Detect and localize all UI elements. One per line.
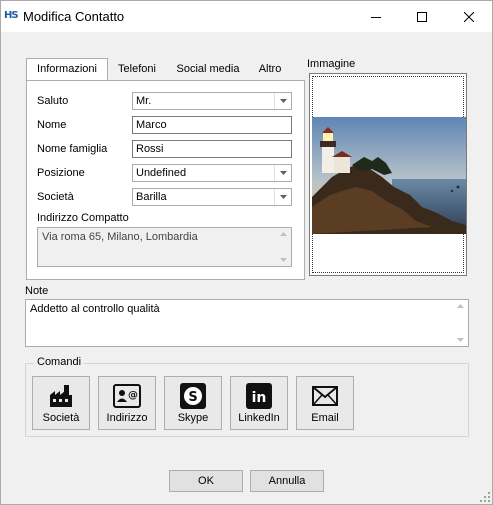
saluto-select[interactable]: Mr. <box>132 92 292 110</box>
scroll-down-icon <box>457 338 464 342</box>
chevron-down-icon[interactable] <box>274 93 291 109</box>
scroll-down-icon <box>280 258 287 262</box>
svg-text:S: S <box>188 390 197 405</box>
linkedin-command-label: LinkedIn <box>238 412 280 424</box>
linkedin-command-button[interactable]: in LinkedIn <box>230 376 288 430</box>
scroll-up-icon <box>280 232 287 236</box>
app-logo-icon: HS <box>4 10 19 21</box>
note-textarea[interactable]: Addetto al controllo qualità <box>25 299 469 347</box>
indirizzo-scrollbar[interactable] <box>276 228 291 266</box>
societa-label: Società <box>37 191 74 203</box>
tab-social-media[interactable]: Social media <box>170 59 246 79</box>
indirizzo-command-button[interactable]: @ Indirizzo <box>98 376 156 430</box>
note-label: Note <box>25 285 49 297</box>
nome-input[interactable]: Marco <box>132 116 292 134</box>
indirizzo-value: Via roma 65, Milano, Lombardia <box>42 231 198 243</box>
dialog-window: HS Modifica Contatto Informazioni Telefo… <box>0 0 493 505</box>
contact-image-box[interactable] <box>309 73 467 276</box>
societa-select[interactable]: Barilla <box>132 188 292 206</box>
maximize-button[interactable] <box>399 1 445 32</box>
tab-telefoni[interactable]: Telefoni <box>110 59 164 79</box>
resize-grip-icon[interactable] <box>479 491 491 503</box>
saluto-label: Saluto <box>37 95 69 107</box>
svg-text:@: @ <box>128 390 138 401</box>
chevron-down-icon[interactable] <box>274 165 291 181</box>
cognome-label: Nome famiglia <box>37 143 108 155</box>
linkedin-icon: in <box>246 383 272 409</box>
envelope-icon <box>312 383 338 409</box>
posizione-label: Posizione <box>37 167 85 179</box>
indirizzo-label: Indirizzo Compatto <box>37 212 129 224</box>
note-value: Addetto al controllo qualità <box>30 303 160 315</box>
societa-command-label: Società <box>42 412 80 424</box>
comandi-group-title: Comandi <box>34 356 85 368</box>
societa-value: Barilla <box>136 191 167 203</box>
email-command-button[interactable]: Email <box>296 376 354 430</box>
scroll-up-icon <box>457 304 464 308</box>
saluto-value: Mr. <box>136 95 152 107</box>
skype-command-button[interactable]: S Skype <box>164 376 222 430</box>
svg-text:in: in <box>252 390 267 406</box>
window-title: Modifica Contatto <box>23 9 125 24</box>
tab-informazioni[interactable]: Informazioni <box>26 58 108 81</box>
minimize-icon <box>371 16 381 18</box>
indirizzo-textarea[interactable]: Via roma 65, Milano, Lombardia <box>37 227 292 267</box>
title-bar: HS Modifica Contatto <box>1 1 492 32</box>
posizione-select[interactable]: Undefined <box>132 164 292 182</box>
email-command-label: Email <box>311 412 339 424</box>
lighthouse-photo <box>312 117 466 234</box>
skype-icon: S <box>180 383 206 409</box>
indirizzo-command-label: Indirizzo <box>106 412 148 424</box>
note-scrollbar[interactable] <box>453 300 468 346</box>
contact-card-icon: @ <box>113 383 141 409</box>
posizione-value: Undefined <box>136 167 187 179</box>
close-button[interactable] <box>446 1 492 32</box>
cognome-input[interactable]: Rossi <box>132 140 292 158</box>
ok-button[interactable]: OK <box>169 470 243 492</box>
immagine-label: Immagine <box>307 58 356 70</box>
nome-label: Nome <box>37 119 67 131</box>
chevron-down-icon[interactable] <box>274 189 291 205</box>
close-icon <box>464 11 474 22</box>
tab-altro[interactable]: Altro <box>251 59 289 79</box>
maximize-icon <box>417 11 427 22</box>
skype-command-label: Skype <box>177 412 209 424</box>
annulla-button[interactable]: Annulla <box>250 470 324 492</box>
minimize-button[interactable] <box>353 1 399 32</box>
societa-command-button[interactable]: Società <box>32 376 90 430</box>
factory-icon <box>49 383 73 409</box>
